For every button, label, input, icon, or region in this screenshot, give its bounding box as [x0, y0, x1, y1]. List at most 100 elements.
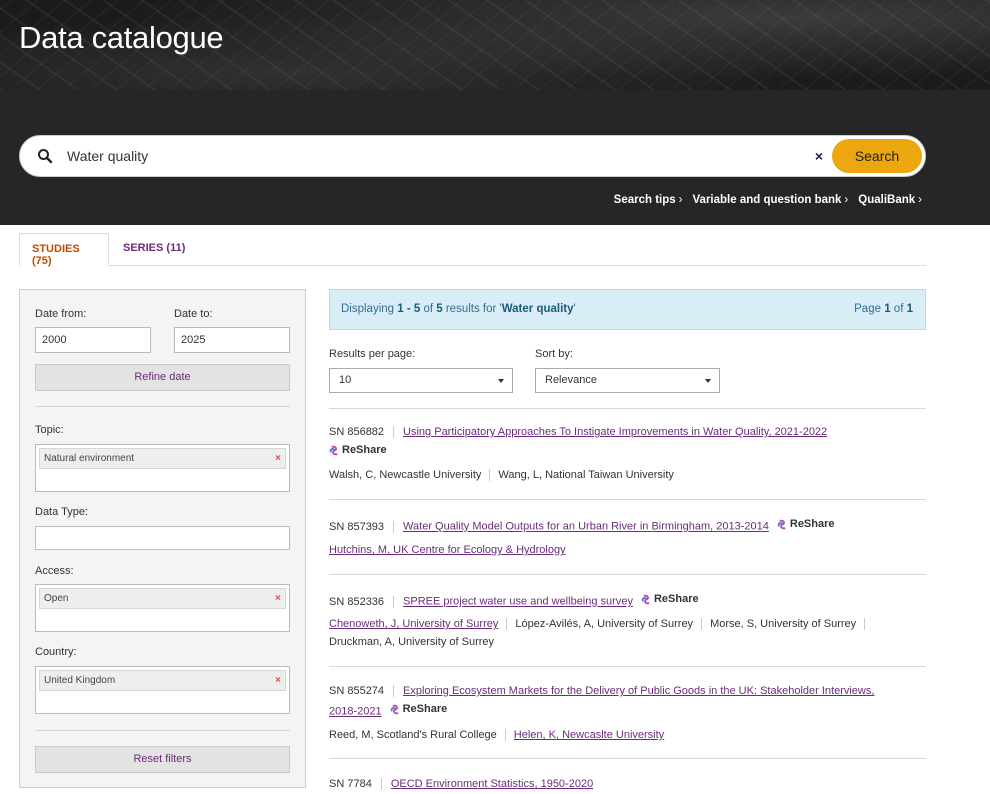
creator: Reed, M, Scotland's Rural College — [329, 729, 506, 741]
result-header: SN 7784 OECD Environment Statistics, 1950… — [329, 778, 593, 790]
divider — [329, 666, 926, 667]
total-pages: 1 — [906, 303, 913, 315]
creator-list: Hutchins, M, UK Centre for Ecology & Hyd… — [329, 544, 582, 556]
variable-question-bank-link[interactable]: Variable and question bank › — [693, 194, 849, 206]
data-type-select[interactable] — [35, 526, 290, 550]
creator-link[interactable]: Hutchins, M, UK Centre for Ecology & Hyd… — [329, 544, 574, 556]
reshare-icon — [641, 594, 650, 604]
country-label: Country: — [35, 646, 77, 658]
page-text: of — [890, 303, 907, 315]
summary-text: results for ' — [442, 303, 502, 315]
result-title-link[interactable]: Water Quality Model Outputs for an Urban… — [403, 521, 769, 533]
refine-date-button[interactable]: Refine date — [35, 364, 290, 391]
country-select[interactable]: United Kingdom × — [35, 666, 290, 714]
chevron-right-icon: › — [678, 194, 683, 206]
divider — [329, 408, 926, 409]
result-tabs: STUDIES (75) SERIES (11) — [19, 233, 926, 267]
tab-series[interactable]: SERIES (11) — [111, 233, 197, 266]
creator: Walsh, C, Newcastle University — [329, 469, 491, 481]
search-bar: × Search — [19, 135, 926, 177]
reshare-link[interactable]: ReShare — [390, 703, 448, 715]
result-title-link[interactable]: 2018-2021 — [329, 706, 382, 718]
topic-select[interactable]: Natural environment × — [35, 444, 290, 492]
reshare-link[interactable]: ReShare — [329, 444, 387, 456]
reshare-label: ReShare — [789, 518, 835, 530]
search-input[interactable] — [67, 145, 787, 167]
qualibank-link[interactable]: QualiBank › — [858, 194, 922, 206]
access-select[interactable]: Open × — [35, 584, 290, 632]
reshare-label: ReShare — [342, 444, 387, 456]
chevron-right-icon: › — [844, 194, 849, 206]
page-title: Data catalogue — [19, 20, 224, 55]
search-icon — [38, 149, 53, 164]
creator: Wang, L, National Taiwan University — [498, 469, 674, 481]
creator: López-Avilés, A, University of Surrey — [515, 618, 703, 630]
reshare-label: ReShare — [653, 593, 699, 605]
reshare-label: ReShare — [402, 703, 448, 715]
result-header: SN 855274 Exploring Ecosystem Markets for… — [329, 685, 874, 697]
result-header: SN 856882 Using Participatory Approaches … — [329, 426, 827, 438]
divider — [35, 730, 290, 731]
hero-banner: Data catalogue — [0, 0, 990, 90]
link-label: Variable and question bank — [692, 194, 842, 206]
summary-text: of — [420, 303, 437, 315]
results-summary: Displaying 1 - 5 of 5 results for 'Water… — [341, 303, 576, 315]
topic-chip: Natural environment × — [39, 448, 286, 469]
page-text: Page — [854, 303, 885, 315]
tab-studies[interactable]: STUDIES (75) — [19, 233, 109, 267]
date-to-input[interactable]: 2025 — [174, 327, 290, 353]
search-button[interactable]: Search — [832, 139, 922, 173]
summary-text: ' — [573, 303, 576, 315]
summary-query: Water quality — [501, 303, 574, 315]
result-title-link[interactable]: OECD Environment Statistics, 1950-2020 — [391, 778, 593, 790]
study-number: SN 855274 — [329, 685, 395, 697]
access-chip: Open × — [39, 588, 286, 609]
reshare-link[interactable]: ReShare — [641, 593, 699, 605]
date-from-label: Date from: — [35, 308, 87, 320]
result-title-link[interactable]: Using Participatory Approaches To Instig… — [403, 426, 827, 438]
chip-label: Natural environment — [44, 453, 135, 464]
filter-sidebar: Date from: Date to: 2000 2025 Refine dat… — [19, 289, 306, 788]
reset-filters-button[interactable]: Reset filters — [35, 746, 290, 773]
result-header: SN 857393 Water Quality Model Outputs for… — [329, 518, 835, 533]
page-indicator: Page 1 of 1 — [854, 303, 913, 315]
creator-link[interactable]: Helen, K, Newcaslte University — [514, 729, 672, 741]
summary-range: 1 - 5 — [397, 303, 421, 315]
remove-topic-icon[interactable]: × — [275, 449, 281, 468]
date-to-label: Date to: — [174, 308, 213, 320]
topic-label: Topic: — [35, 424, 64, 436]
remove-access-icon[interactable]: × — [275, 589, 281, 608]
study-number: SN 7784 — [329, 778, 382, 790]
access-label: Access: — [35, 565, 74, 577]
divider — [329, 499, 926, 500]
summary-text: Displaying — [341, 303, 398, 315]
per-page-select[interactable]: 10 — [329, 368, 513, 393]
chevron-down-icon — [705, 379, 711, 383]
study-number: SN 857393 — [329, 520, 395, 533]
clear-search-button[interactable]: × — [812, 148, 826, 164]
result-title-link[interactable]: SPREE project water use and wellbeing su… — [403, 596, 633, 608]
creator-list-overflow: Druckman, A, University of Surrey — [329, 636, 510, 648]
reshare-icon — [777, 519, 786, 529]
creator-list: Reed, M, Scotland's Rural College Helen, … — [329, 729, 680, 741]
select-value: Relevance — [545, 374, 597, 386]
sort-select[interactable]: Relevance — [535, 368, 720, 393]
result-header-cont: 2018-2021 ReShare — [329, 703, 447, 718]
reshare-icon — [329, 445, 338, 455]
study-number: SN 856882 — [329, 426, 395, 438]
chip-label: Open — [44, 593, 69, 604]
search-links: Search tips › Variable and question bank ›… — [614, 194, 922, 206]
divider — [329, 574, 926, 575]
select-value: 10 — [339, 374, 352, 386]
creator-list: Walsh, C, Newcastle University Wang, L, N… — [329, 469, 690, 481]
result-title-link[interactable]: Exploring Ecosystem Markets for the Deli… — [403, 685, 874, 697]
search-tips-link[interactable]: Search tips › — [614, 194, 683, 206]
creator-link[interactable]: Chenoweth, J, University of Surrey — [329, 618, 508, 630]
chip-label: United Kingdom — [44, 675, 116, 686]
reshare-link[interactable]: ReShare — [777, 518, 835, 530]
creator-list: Chenoweth, J, University of Surrey López-… — [329, 618, 873, 630]
creator: Morse, S, University of Surrey — [710, 618, 866, 630]
remove-country-icon[interactable]: × — [275, 671, 281, 690]
per-page-label: Results per page: — [329, 348, 416, 360]
date-from-input[interactable]: 2000 — [35, 327, 151, 353]
